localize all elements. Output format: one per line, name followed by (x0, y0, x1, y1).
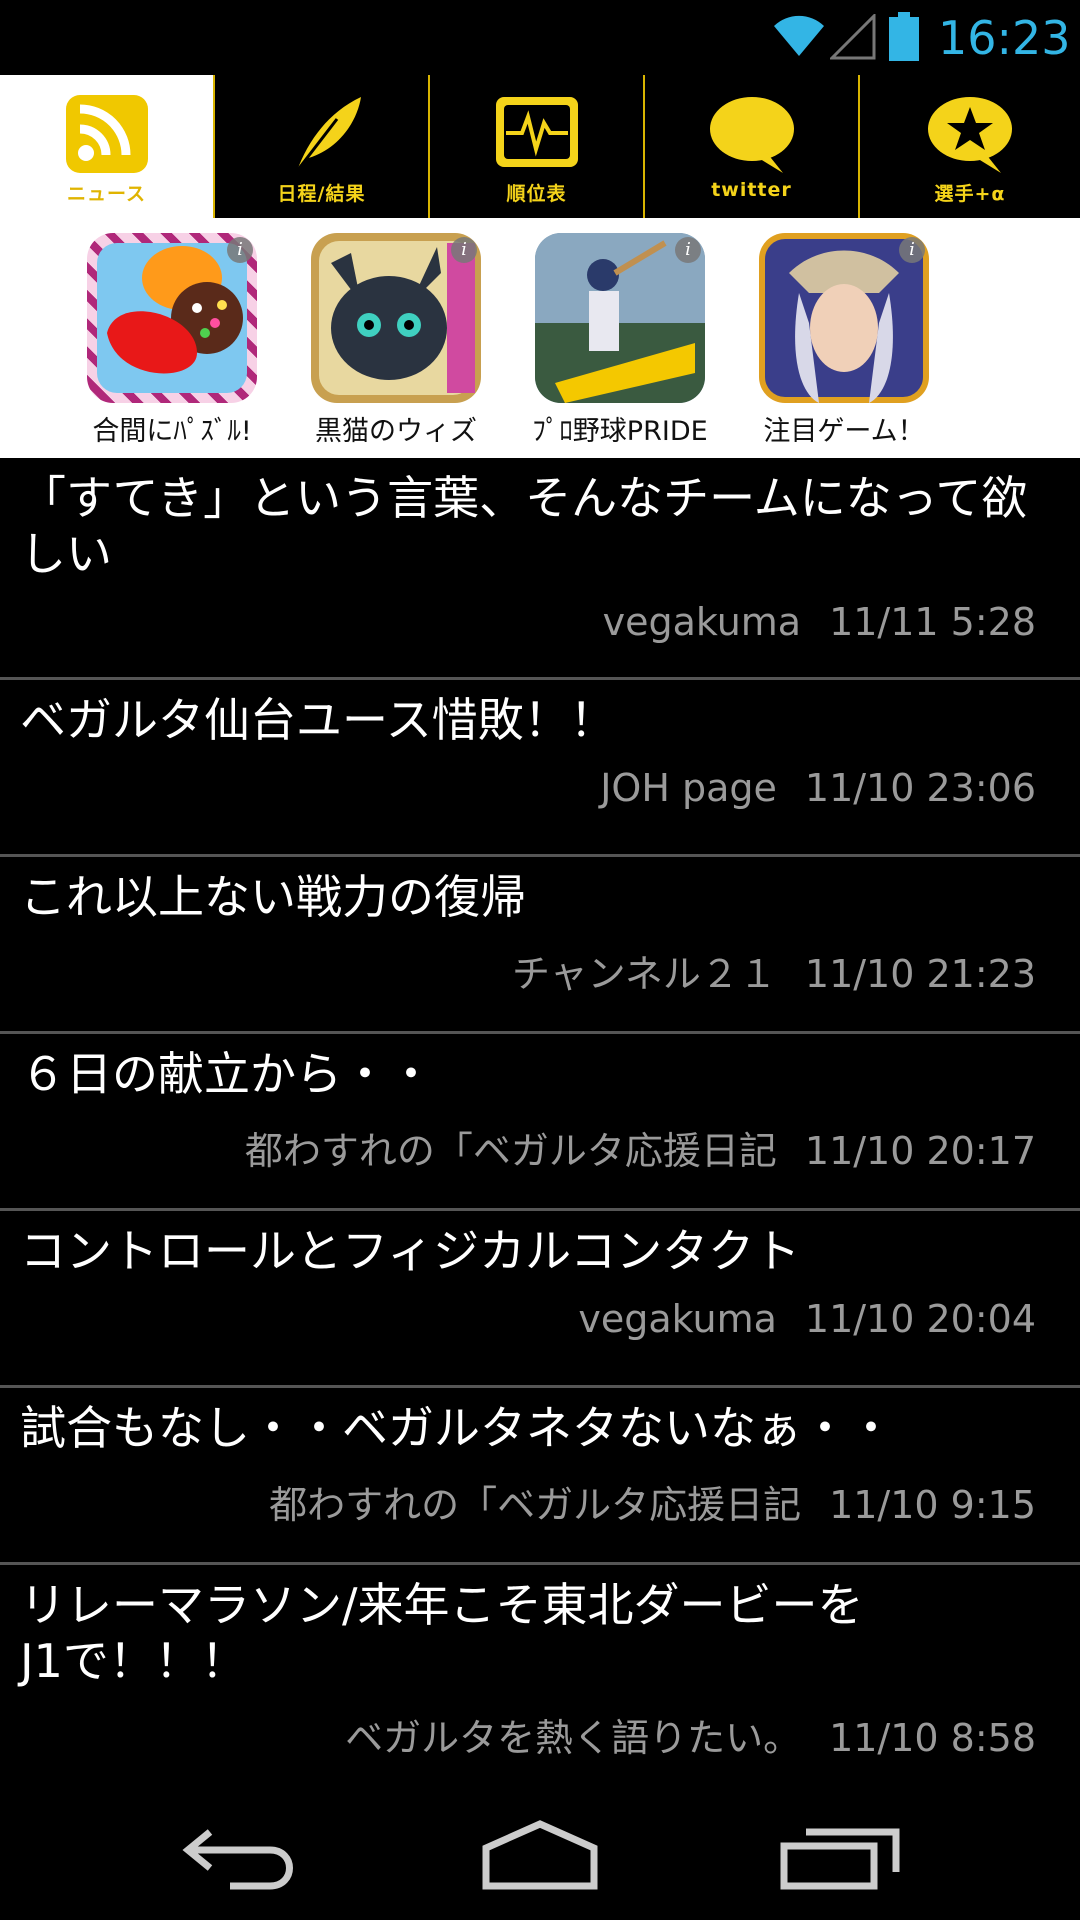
ad-label: ﾌﾟﾛ野球PRIDE (532, 416, 708, 447)
news-title: コントロールとフィジカルコンタクト (20, 1224, 801, 1278)
info-icon[interactable]: i (899, 237, 925, 263)
back-icon[interactable] (170, 1810, 310, 1900)
news-title: ６日の献立から・・ (20, 1047, 434, 1101)
clock: 16:23 (938, 11, 1071, 65)
tab-standings[interactable]: 順位表 (430, 75, 645, 218)
tab-label: twitter (711, 179, 792, 201)
star-bubble-icon (925, 93, 1015, 175)
ad-item[interactable]: i ﾌﾟﾛ野球PRIDE (520, 233, 720, 453)
news-source: vegakuma (578, 1297, 777, 1341)
news-item[interactable]: 「すてき」という言葉、そんなチームになって欲しい vegakuma 11/11 5… (0, 458, 1080, 680)
rss-icon (62, 93, 152, 175)
news-list: 「すてき」という言葉、そんなチームになって欲しい vegakuma 11/11 5… (0, 458, 1080, 1801)
news-date: 11/11 5:28 (829, 600, 1036, 644)
news-title: 試合もなし・・ベガルタネタないなぁ・・ (20, 1401, 894, 1455)
news-meta: チャンネル２１ 11/10 21:23 (20, 943, 1060, 998)
ad-item[interactable]: i 合間にﾊﾟｽﾞﾙ! (72, 233, 272, 453)
news-item[interactable]: リレーマラソン/来年こそ東北ダービーをJ1で！！！ ベガルタを熱く語りたい。 11… (0, 1565, 1080, 1801)
ad-strip: i 合間にﾊﾟｽﾞﾙ! i 黒猫のウィズ i ﾌﾟﾛ野球PRIDE i 注目ゲー… (0, 218, 1080, 458)
news-meta: 都わすれの「ベガルタ応援日記 11/10 20:17 (20, 1120, 1060, 1175)
tab-players[interactable]: 選手+α (860, 75, 1080, 218)
news-item[interactable]: これ以上ない戦力の復帰 チャンネル２１ 11/10 21:23 (0, 857, 1080, 1034)
recent-apps-icon[interactable] (770, 1810, 910, 1900)
news-date: 11/10 9:15 (829, 1483, 1036, 1527)
ad-label: 黒猫のウィズ (315, 416, 477, 447)
news-meta: JOH page 11/10 23:06 (20, 766, 1060, 810)
news-item[interactable]: ６日の献立から・・ 都わすれの「ベガルタ応援日記 11/10 20:17 (0, 1034, 1080, 1211)
tab-label: 順位表 (506, 183, 567, 205)
candy-game-icon: i (87, 233, 257, 403)
tab-schedule[interactable]: 日程/結果 (215, 75, 430, 218)
baseball-batter-icon: i (535, 233, 705, 403)
samurai-warrior-icon: i (759, 233, 929, 403)
news-source: チャンネル２１ (512, 952, 777, 996)
ad-label: 合間にﾊﾟｽﾞﾙ! (92, 416, 252, 447)
news-item[interactable]: 試合もなし・・ベガルタネタないなぁ・・ 都わすれの「ベガルタ応援日記 11/10 … (0, 1388, 1080, 1565)
news-meta: ベガルタを熱く語りたい。 11/10 8:58 (20, 1707, 1060, 1762)
news-date: 11/10 23:06 (804, 766, 1036, 810)
tab-label: ニュース (66, 183, 147, 205)
news-date: 11/10 20:17 (804, 1129, 1036, 1173)
nav-bar (0, 1790, 1080, 1920)
info-icon[interactable]: i (451, 237, 477, 263)
news-meta: vegakuma 11/11 5:28 (20, 600, 1060, 644)
news-title: ベガルタ仙台ユース惜敗！！ (20, 693, 616, 747)
ad-label: 注目ゲーム！ (763, 416, 925, 447)
info-icon[interactable]: i (675, 237, 701, 263)
battery-icon (889, 12, 919, 61)
news-meta: 都わすれの「ベガルタ応援日記 11/10 9:15 (20, 1474, 1060, 1529)
news-item[interactable]: コントロールとフィジカルコンタクト vegakuma 11/10 20:04 (0, 1211, 1080, 1388)
status-bar: 16:23 (0, 0, 1080, 75)
tab-label: 日程/結果 (277, 183, 366, 205)
monitor-icon (492, 93, 582, 175)
home-icon[interactable] (470, 1810, 610, 1900)
feather-icon (277, 93, 367, 175)
news-title: リレーマラソン/来年こそ東北ダービーをJ1で！！！ (20, 1578, 864, 1688)
news-item[interactable]: ベガルタ仙台ユース惜敗！！ JOH page 11/10 23:06 (0, 680, 1080, 857)
ad-item[interactable]: i 黒猫のウィズ (296, 233, 496, 453)
ad-item[interactable]: i 注目ゲーム！ (744, 233, 944, 453)
tab-twitter[interactable]: twitter (645, 75, 860, 218)
news-source: 都わすれの「ベガルタ応援日記 (244, 1129, 777, 1173)
news-title: 「すてき」という言葉、そんなチームになって欲しい (20, 471, 1028, 581)
news-date: 11/10 21:23 (804, 952, 1036, 996)
news-title: これ以上ない戦力の復帰 (20, 870, 526, 924)
news-source: 都わすれの「ベガルタ応援日記 (269, 1483, 802, 1527)
wifi-icon (774, 15, 824, 57)
news-source: vegakuma (602, 600, 802, 644)
tab-news[interactable]: ニュース (0, 75, 215, 218)
tab-label: 選手+α (934, 183, 1006, 205)
tab-bar: ニュース 日程/結果 順位表 twitter 選手+α (0, 75, 1080, 218)
news-date: 11/10 8:58 (829, 1716, 1036, 1760)
black-cat-icon: i (311, 233, 481, 403)
news-meta: vegakuma 11/10 20:04 (20, 1297, 1060, 1341)
news-source: ベガルタを熱く語りたい。 (345, 1716, 802, 1760)
signal-icon (830, 14, 876, 60)
news-date: 11/10 20:04 (804, 1297, 1036, 1341)
news-source: JOH page (600, 766, 777, 810)
info-icon[interactable]: i (227, 237, 253, 263)
speech-bubble-icon (707, 93, 797, 175)
